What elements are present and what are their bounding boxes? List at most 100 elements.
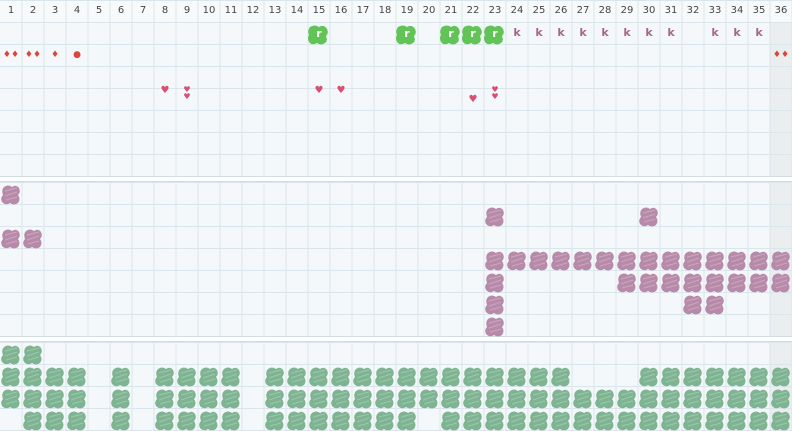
green-entry[interactable]	[177, 389, 196, 409]
green-entry[interactable]	[727, 389, 746, 409]
purple-entry[interactable]	[1, 185, 20, 205]
purple-entry[interactable]	[661, 251, 680, 271]
green-entry[interactable]	[463, 411, 482, 431]
green-entry[interactable]	[529, 389, 548, 409]
heart-icon[interactable]: ♥	[462, 94, 484, 105]
green-entry[interactable]	[683, 367, 702, 387]
green-entry[interactable]	[67, 411, 86, 431]
k-icon[interactable]: k	[528, 22, 550, 44]
green-entry[interactable]	[45, 411, 64, 431]
green-entry[interactable]	[155, 367, 174, 387]
green-entry[interactable]	[507, 367, 526, 387]
green-entry[interactable]	[441, 389, 460, 409]
purple-entry[interactable]	[485, 317, 504, 337]
purple-entry[interactable]	[573, 251, 592, 271]
green-entry[interactable]	[595, 411, 614, 431]
green-entry[interactable]	[397, 367, 416, 387]
k-icon[interactable]: k	[550, 22, 572, 44]
green-entry[interactable]	[375, 367, 394, 387]
green-entry[interactable]	[265, 367, 284, 387]
green-entry[interactable]	[617, 411, 636, 431]
k-icon[interactable]: k	[638, 22, 660, 44]
green-entry[interactable]	[309, 389, 328, 409]
green-entry[interactable]	[661, 411, 680, 431]
drop-icon[interactable]: ♦♦	[22, 49, 44, 61]
green-entry[interactable]	[683, 389, 702, 409]
purple-entry[interactable]	[485, 295, 504, 315]
green-entry[interactable]	[573, 411, 592, 431]
green-entry[interactable]	[23, 389, 42, 409]
green-entry[interactable]	[221, 389, 240, 409]
green-entry[interactable]	[45, 389, 64, 409]
green-entry[interactable]	[353, 411, 372, 431]
k-icon[interactable]: k	[506, 22, 528, 44]
heart-icon[interactable]: ♥	[154, 86, 176, 96]
drop-icon[interactable]: ♦♦	[0, 49, 22, 61]
green-entry[interactable]	[331, 411, 350, 431]
green-entry[interactable]	[485, 411, 504, 431]
green-entry[interactable]	[551, 389, 570, 409]
green-entry[interactable]	[397, 411, 416, 431]
green-entry[interactable]	[771, 367, 790, 387]
purple-entry[interactable]	[705, 251, 724, 271]
green-entry[interactable]	[287, 367, 306, 387]
green-entry[interactable]	[397, 389, 416, 409]
green-entry[interactable]	[639, 411, 658, 431]
purple-entry[interactable]	[617, 273, 636, 293]
green-entry[interactable]	[551, 411, 570, 431]
heart-icon[interactable]: ♥ ♥	[176, 86, 198, 101]
green-entry[interactable]	[617, 389, 636, 409]
green-entry[interactable]	[353, 389, 372, 409]
green-entry[interactable]	[441, 367, 460, 387]
green-entry[interactable]	[111, 411, 130, 431]
purple-entry[interactable]	[1, 229, 20, 249]
purple-entry[interactable]	[683, 251, 702, 271]
green-entry[interactable]	[485, 367, 504, 387]
green-entry[interactable]	[1, 345, 20, 365]
k-icon[interactable]: k	[660, 22, 682, 44]
purple-entry[interactable]	[771, 251, 790, 271]
purple-entry[interactable]	[683, 273, 702, 293]
green-entry[interactable]	[639, 389, 658, 409]
green-entry[interactable]	[485, 389, 504, 409]
purple-entry[interactable]	[683, 295, 702, 315]
green-entry[interactable]	[221, 367, 240, 387]
green-entry[interactable]	[265, 411, 284, 431]
heart-icon[interactable]: ♥	[308, 86, 330, 96]
k-icon[interactable]: k	[726, 22, 748, 44]
green-entry[interactable]	[463, 367, 482, 387]
green-entry[interactable]	[749, 389, 768, 409]
green-entry[interactable]	[749, 411, 768, 431]
drop-icon[interactable]: ♦♦	[770, 49, 792, 61]
green-entry[interactable]	[419, 389, 438, 409]
green-entry[interactable]	[155, 389, 174, 409]
green-entry[interactable]	[529, 411, 548, 431]
purple-entry[interactable]	[705, 273, 724, 293]
green-entry[interactable]	[573, 389, 592, 409]
green-entry[interactable]	[111, 389, 130, 409]
green-entry[interactable]	[67, 389, 86, 409]
green-entry[interactable]	[507, 411, 526, 431]
green-entry[interactable]	[705, 389, 724, 409]
green-entry[interactable]	[771, 389, 790, 409]
green-entry[interactable]	[111, 367, 130, 387]
green-entry[interactable]	[353, 367, 372, 387]
purple-entry[interactable]	[705, 295, 724, 315]
green-entry[interactable]	[1, 367, 20, 387]
purple-entry[interactable]	[639, 251, 658, 271]
green-entry[interactable]	[177, 367, 196, 387]
purple-entry[interactable]	[529, 251, 548, 271]
purple-entry[interactable]	[639, 207, 658, 227]
purple-entry[interactable]	[749, 273, 768, 293]
green-entry[interactable]	[23, 411, 42, 431]
green-entry[interactable]	[23, 345, 42, 365]
green-entry[interactable]	[375, 411, 394, 431]
purple-entry[interactable]	[771, 273, 790, 293]
green-entry[interactable]	[441, 411, 460, 431]
green-entry[interactable]	[331, 389, 350, 409]
purple-entry[interactable]	[595, 251, 614, 271]
green-entry[interactable]	[309, 367, 328, 387]
green-entry[interactable]	[177, 411, 196, 431]
k-icon[interactable]: k	[594, 22, 616, 44]
purple-entry[interactable]	[661, 273, 680, 293]
